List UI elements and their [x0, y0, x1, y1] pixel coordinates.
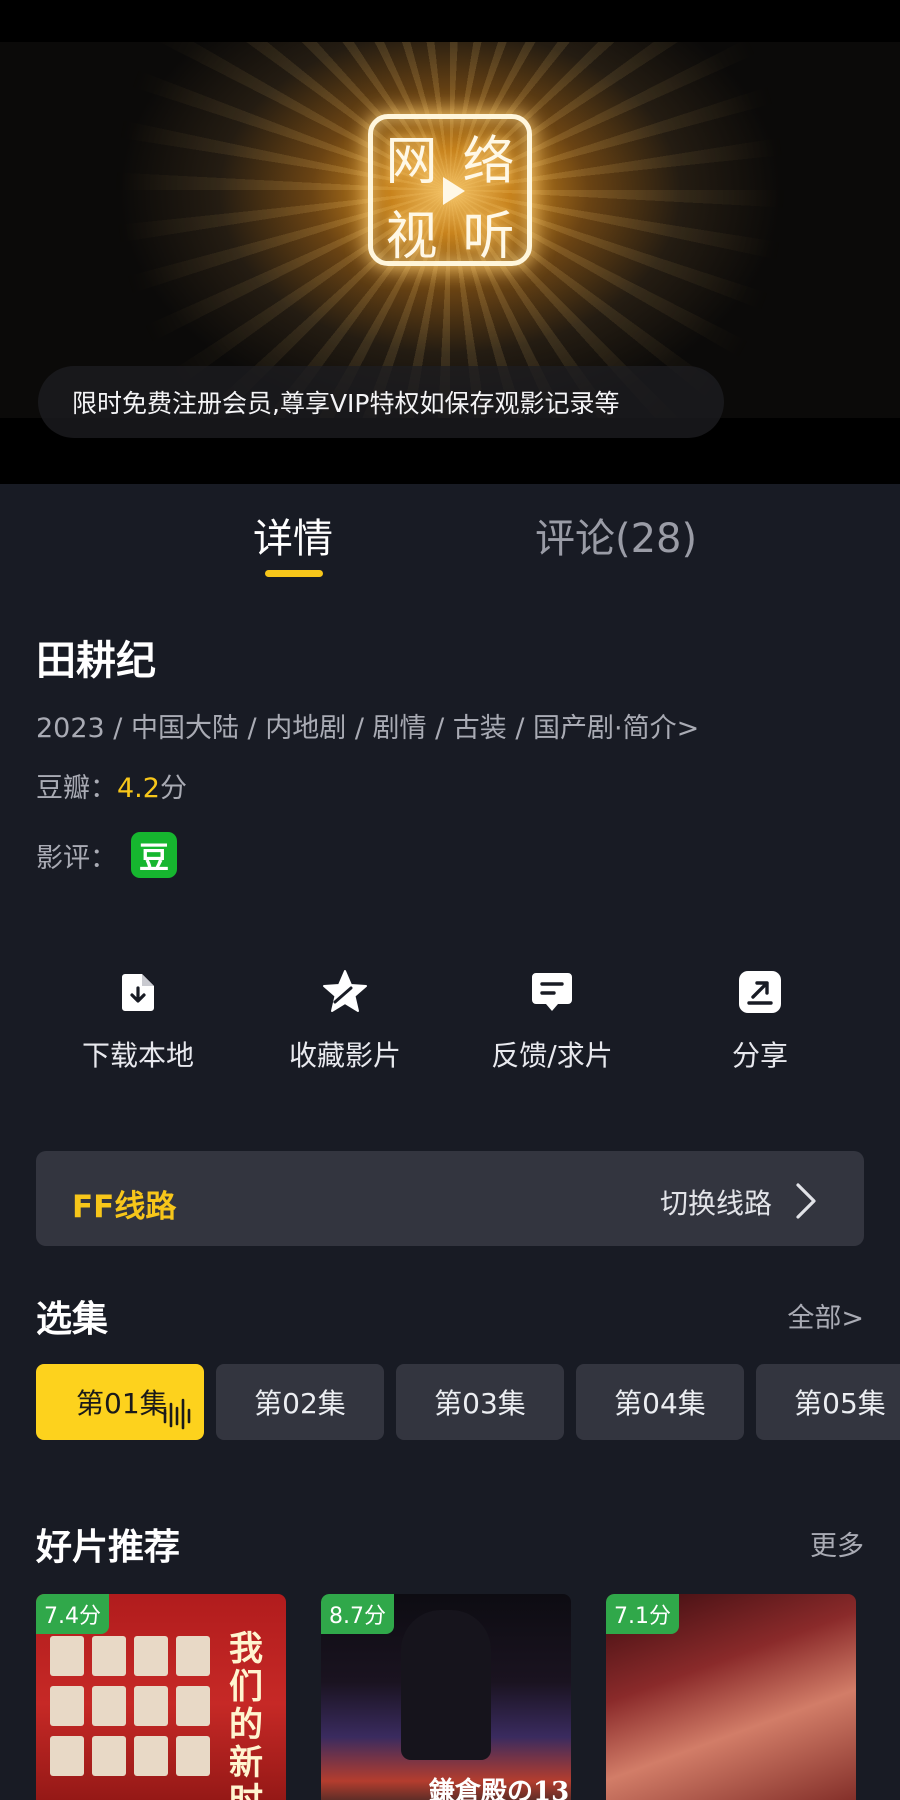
download-button[interactable]: 下载本地 [48, 968, 228, 1074]
episode-button[interactable]: 第02集 [216, 1364, 384, 1440]
cast-photo [92, 1636, 126, 1676]
rating-badge: 7.4分 [36, 1594, 109, 1634]
episode-label: 第04集 [614, 1387, 706, 1420]
intro-link[interactable]: 简介> [623, 713, 700, 744]
vip-promo-banner[interactable]: 限时免费注册会员,尊享VIP特权如保存观影记录等 [38, 366, 724, 438]
status-bar [0, 0, 900, 42]
episodes-all-link[interactable]: 全部> [787, 1296, 864, 1335]
recommend-heading: 好片推荐 [36, 1527, 181, 1568]
star-icon [323, 970, 367, 1012]
cast-photo [176, 1686, 210, 1726]
logo-char: 网 [385, 132, 438, 192]
playing-bars-icon [163, 1398, 191, 1430]
route-selector[interactable]: FF线路 切换线路 [36, 1151, 864, 1246]
douban-unit: 分 [159, 773, 187, 804]
active-tab-indicator [265, 570, 323, 577]
review-row: 影评： 豆 [36, 832, 177, 878]
rating-badge: 8.7分 [321, 1594, 394, 1634]
episode-button[interactable]: 第05集 [756, 1364, 900, 1440]
favorite-button[interactable]: 收藏影片 [255, 968, 435, 1074]
douban-rating: 豆瓣：4.2分 [36, 766, 187, 805]
favorite-label: 收藏影片 [288, 1039, 401, 1072]
cast-photo [176, 1736, 210, 1776]
logo-char: 听 [462, 207, 515, 267]
cast-photo [134, 1736, 168, 1776]
episode-label: 第01集 [76, 1387, 168, 1420]
episode-button[interactable]: 第03集 [396, 1364, 564, 1440]
tab-comments[interactable]: 评论(28) [535, 506, 697, 564]
cast-photo-grid [50, 1636, 216, 1776]
episode-button[interactable]: 第01集 [36, 1364, 204, 1440]
show-meta-text: 2023 / 中国大陆 / 内地剧 / 剧情 / 古装 / 国产剧· [36, 713, 623, 744]
douban-score: 4.2 [117, 773, 160, 804]
feedback-label: 反馈/求片 [491, 1039, 613, 1072]
cast-photo [134, 1686, 168, 1726]
message-icon [532, 973, 572, 1011]
cast-photo [176, 1636, 210, 1676]
cast-photo [50, 1736, 84, 1776]
episodes-heading: 选集 [36, 1299, 109, 1340]
download-label: 下载本地 [81, 1039, 194, 1072]
cast-photo [92, 1736, 126, 1776]
share-button[interactable]: 分享 [670, 968, 850, 1074]
logo-char: 视 [385, 207, 438, 267]
recommend-poster[interactable]: 鎌倉殿の13 8.7分 [321, 1594, 571, 1800]
detail-tabs: 详情 评论(28) [0, 484, 900, 584]
switch-route-button[interactable]: 切换线路 [660, 1182, 772, 1222]
episode-button[interactable]: 第04集 [576, 1364, 744, 1440]
episode-label: 第02集 [254, 1387, 346, 1420]
douban-badge-icon[interactable]: 豆 [131, 832, 177, 878]
poster-title: 我们的新时代 [229, 1629, 263, 1800]
tab-details[interactable]: 详情 [253, 506, 333, 564]
cast-photo [92, 1686, 126, 1726]
share-icon [739, 971, 781, 1013]
episode-label: 第05集 [794, 1387, 886, 1420]
douban-label: 豆瓣： [36, 773, 117, 804]
cast-photo [50, 1636, 84, 1676]
review-label: 影评： [36, 842, 117, 874]
vip-promo-text: 限时免费注册会员,尊享VIP特权如保存观影记录等 [72, 389, 620, 418]
poster-figure [401, 1610, 491, 1760]
video-player[interactable]: 网 络 视 听 限时免费注册会员,尊享VIP特权如保存观影记录等 [0, 42, 900, 484]
poster-title: 鎌倉殿の13 [429, 1777, 570, 1800]
chevron-right-icon [796, 1183, 816, 1219]
network-av-logo: 网 络 视 听 [368, 114, 532, 267]
episode-label: 第03集 [434, 1387, 526, 1420]
episode-list: 第01集 第02集 第03集 第04集 第05集 [36, 1364, 900, 1440]
route-name: FF线路 [72, 1189, 177, 1225]
play-icon [443, 177, 465, 205]
cast-photo [134, 1636, 168, 1676]
show-meta: 2023 / 中国大陆 / 内地剧 / 剧情 / 古装 / 国产剧·简介> [36, 706, 699, 745]
rating-badge: 7.1分 [606, 1594, 679, 1634]
show-title: 田耕纪 [36, 638, 156, 684]
logo-char: 络 [462, 132, 515, 192]
feedback-button[interactable]: 反馈/求片 [462, 968, 642, 1074]
recommend-more-link[interactable]: 更多 [810, 1524, 864, 1563]
action-bar: 下载本地 收藏影片 反馈/求片 分享 [0, 968, 900, 1078]
download-file-icon [122, 974, 154, 1011]
recommend-poster[interactable]: 7.1分 [606, 1594, 856, 1800]
cast-photo [50, 1686, 84, 1726]
recommend-poster[interactable]: 我们的新时代 7.4分 [36, 1594, 286, 1800]
share-label: 分享 [731, 1039, 788, 1072]
